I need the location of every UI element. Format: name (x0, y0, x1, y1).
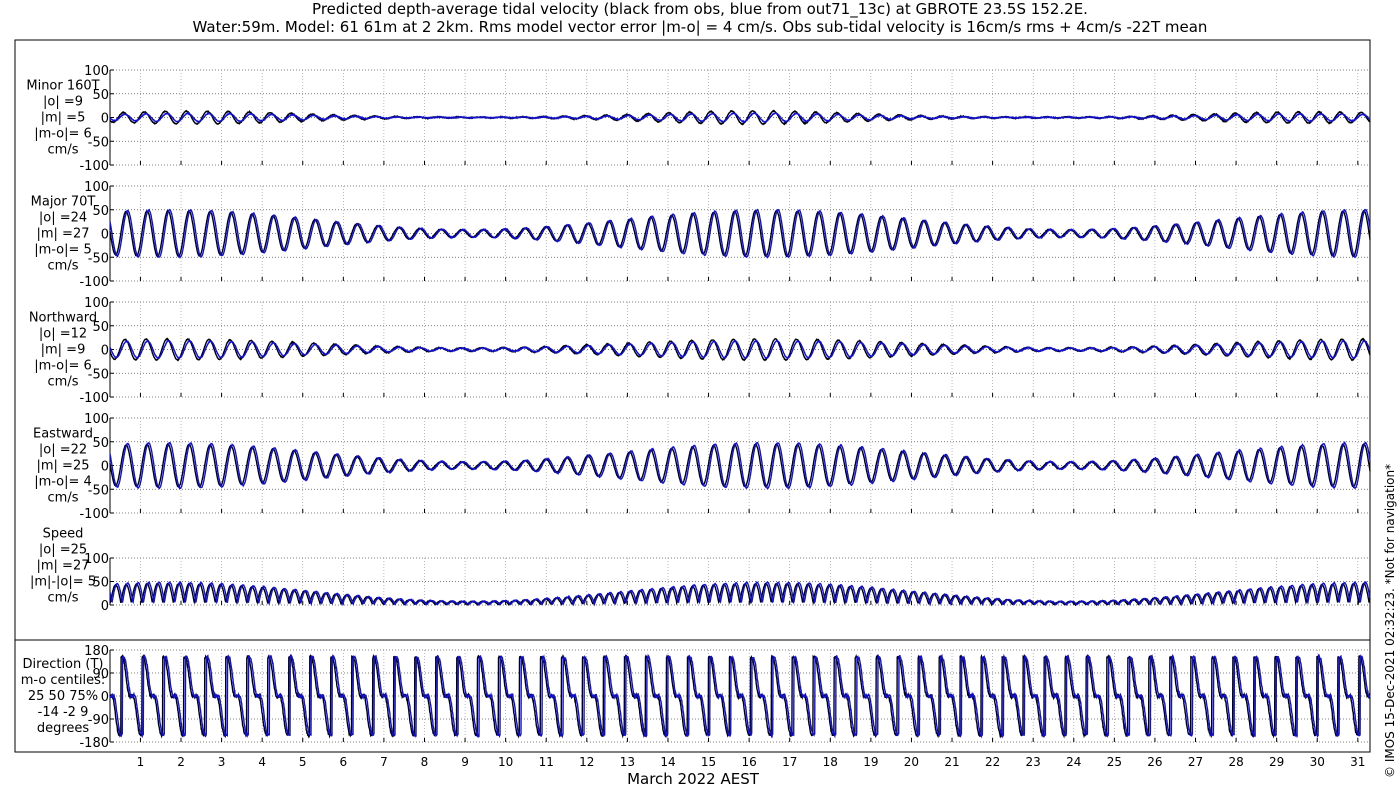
panel-label-line: cm/s (48, 491, 79, 506)
panel-5: 100500Speed|o| =25|m| =27|m|-|o|= 5cm/s (30, 527, 1371, 614)
panel-3: 100500-50-100Northward|o| =12|m| =9|m-o|… (29, 296, 1371, 406)
x-tick-label: 16 (741, 755, 756, 769)
x-tick-label: 4 (258, 755, 266, 769)
x-tick-label: 11 (539, 755, 554, 769)
y-tick-label: 0 (101, 344, 109, 359)
x-tick-label: 17 (782, 755, 797, 769)
y-tick-label: -100 (79, 507, 109, 522)
panel-label-line: Speed (43, 527, 84, 542)
x-tick-label: 18 (823, 755, 838, 769)
x-tick-label: 25 (1107, 755, 1122, 769)
y-tick-label: 0 (101, 112, 109, 127)
x-tick-label: 21 (944, 755, 959, 769)
x-tick-label: 22 (985, 755, 1000, 769)
panel-label-line: cm/s (48, 143, 79, 158)
panel-label-line: cm/s (48, 259, 79, 274)
panel-label-line: Eastward (33, 427, 93, 442)
x-tick-label: 12 (579, 755, 594, 769)
x-tick-label: 5 (299, 755, 307, 769)
panel-label-line: |m| =5 (41, 111, 86, 126)
y-tick-label: 0 (101, 460, 109, 475)
y-tick-label: 100 (84, 64, 109, 79)
panel-label-line: |o| =24 (39, 211, 87, 226)
x-tick-label: 31 (1350, 755, 1365, 769)
panel-6: 180900-90-180Direction (T)m-o centiles:2… (21, 644, 1371, 751)
panel-label-line: Northward (29, 311, 97, 326)
x-tick-label: 1 (137, 755, 145, 769)
panel-label-line: |o| =9 (43, 95, 83, 110)
panel-label-line: |o| =25 (39, 543, 87, 558)
x-tick-label: 20 (904, 755, 919, 769)
panel-label-line: Direction (T) (23, 657, 104, 672)
panel-label-line: |m|-|o|= 5 (30, 575, 96, 590)
y-tick-label: 100 (84, 412, 109, 427)
x-tick-label: 9 (461, 755, 469, 769)
y-tick-label: 0 (101, 690, 109, 705)
series-model-line (109, 339, 1371, 360)
x-axis-label: March 2022 AEST (627, 770, 760, 788)
x-tick-label: 10 (498, 755, 513, 769)
y-tick-label: 100 (84, 296, 109, 311)
x-tick-label: 19 (863, 755, 878, 769)
x-tick-label: 28 (1228, 755, 1243, 769)
y-tick-label: -180 (79, 736, 109, 751)
panel-label-line: |m| =9 (41, 343, 86, 358)
y-tick-label: 0 (101, 228, 109, 243)
x-tick-label: 13 (620, 755, 635, 769)
panel-label-line: 25 50 75% (28, 689, 98, 704)
panel-label-line: |m| =27 (37, 227, 90, 242)
x-tick-label: 27 (1188, 755, 1203, 769)
tidal-velocity-chart: 100500-50-100Minor 160T|o| =9|m| =5|m-o|… (14, 39, 1371, 788)
series-model-line (109, 653, 1371, 739)
x-tick-label: 29 (1269, 755, 1284, 769)
panel-label-line: |m-o|= 4 (34, 475, 92, 490)
x-tick-label: 8 (421, 755, 429, 769)
panel-label-line: |m-o|= 6 (34, 359, 92, 374)
copyright-stamp: © IMOS 15-Dec-2021 02:32:23. *Not for na… (1383, 463, 1397, 778)
panel-label-line: cm/s (48, 375, 79, 390)
panel-label-line: |o| =22 (39, 443, 87, 458)
panel-label-line: cm/s (48, 591, 79, 606)
panel-label-line: |m| =25 (37, 459, 90, 474)
x-tick-label: 23 (1026, 755, 1041, 769)
y-tick-label: 50 (92, 436, 109, 451)
series-obs-line (109, 209, 1371, 259)
y-tick-label: 0 (101, 599, 109, 614)
panel-label-line: |m-o|= 5 (34, 243, 92, 258)
y-tick-label: -100 (79, 159, 109, 174)
panel-label-line: |o| =12 (39, 327, 87, 342)
panel-label-line: |m-o|= 6 (34, 127, 92, 142)
x-tick-label: 7 (380, 755, 388, 769)
x-tick-label: 14 (660, 755, 675, 769)
x-tick-label: 6 (340, 755, 348, 769)
x-tick-label: 3 (218, 755, 226, 769)
x-tick-label: 26 (1147, 755, 1162, 769)
y-tick-label: -100 (79, 391, 109, 406)
panel-label-line: -14 -2 9 (38, 705, 89, 720)
panel-label-line: |m| =27 (37, 559, 90, 574)
panel-2: 100500-50-100Major 70T|o| =24|m| =27|m-o… (31, 180, 1371, 290)
panel-label-line: Major 70T (31, 195, 96, 210)
y-tick-label: -90 (88, 713, 109, 728)
x-tick-label: 2 (177, 755, 185, 769)
panel-label-line: degrees (37, 721, 90, 736)
y-tick-label: 100 (84, 180, 109, 195)
panel-label-line: Minor 160T (26, 79, 99, 94)
x-tick-label: 15 (701, 755, 716, 769)
panel-label-line: m-o centiles: (21, 673, 106, 688)
panel-1: 100500-50-100Minor 160T|o| =9|m| =5|m-o|… (26, 64, 1371, 174)
x-tick-label: 30 (1310, 755, 1325, 769)
y-tick-label: -100 (79, 275, 109, 290)
x-tick-label: 24 (1066, 755, 1081, 769)
panel-4: 100500-50-100Eastward|o| =22|m| =25|m-o|… (33, 412, 1371, 522)
